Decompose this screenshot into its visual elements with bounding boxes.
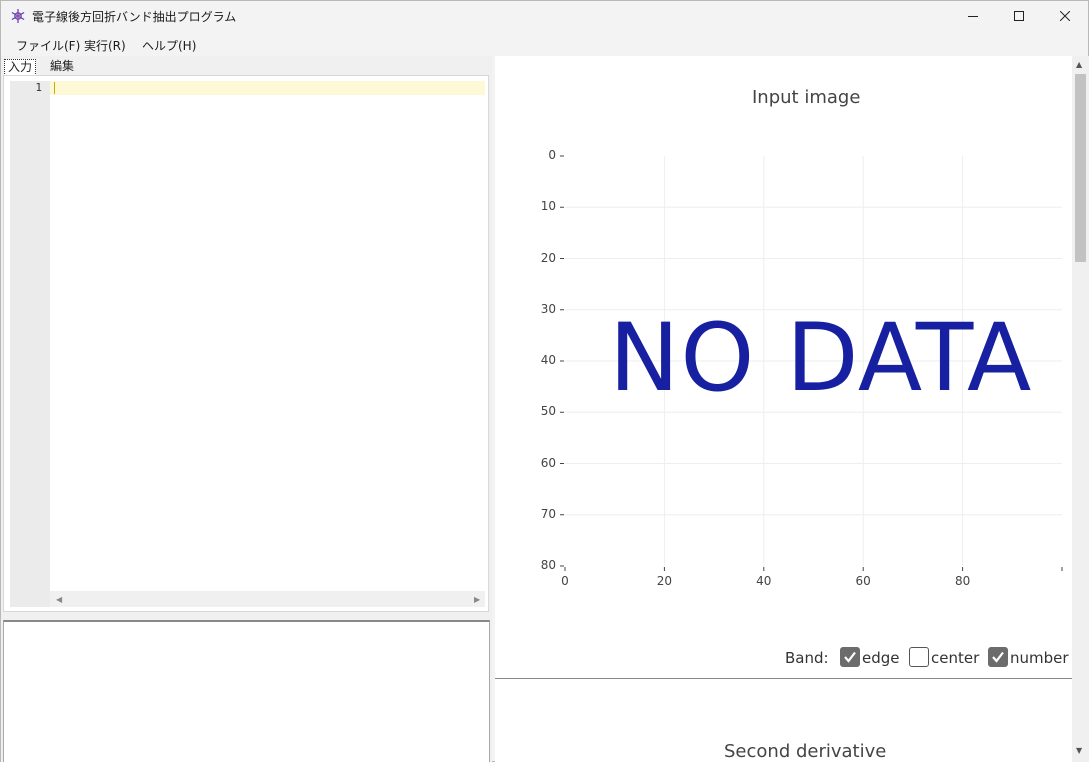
right-pane: Input image 0 10 20 30 40 50 60 70 80 0 20 40 60 80 N… — [495, 56, 1072, 762]
y-tick-label: 30 — [540, 301, 556, 316]
y-tick-label: 70 — [540, 506, 556, 521]
x-tick-label: 60 — [855, 574, 871, 588]
scroll-left-icon[interactable]: ◀ — [56, 595, 62, 604]
number-checkbox[interactable] — [988, 647, 1008, 667]
tab-input[interactable]: 入力 — [4, 59, 37, 76]
plot-title-second-derivative: Second derivative — [724, 741, 887, 762]
window-title: 電子線後方回折バンド抽出プログラム — [32, 10, 237, 24]
scroll-right-icon[interactable]: ▶ — [474, 595, 480, 604]
y-tick-label: 40 — [540, 353, 556, 367]
line-number-gutter: 1 — [10, 81, 50, 607]
y-tick-label: 10 — [540, 199, 556, 214]
app-window: 電子線後方回折バンド抽出プログラム ファイル(F) 実行(R) ヘルプ(H) 入… — [0, 0, 1089, 762]
app-icon — [11, 9, 25, 23]
vertical-scrollbar[interactable]: ▲ ▼ — [1072, 56, 1089, 762]
center-checkbox[interactable] — [909, 647, 929, 667]
maximize-icon — [1014, 11, 1024, 21]
scroll-up-icon[interactable]: ▲ — [1076, 60, 1082, 69]
minimize-icon — [968, 16, 978, 17]
edge-label[interactable]: edge — [862, 649, 900, 667]
horizontal-scrollbar[interactable]: ◀ ▶ — [50, 591, 485, 607]
center-label[interactable]: center — [931, 649, 979, 667]
line-number: 1 — [35, 81, 42, 94]
scrollbar-thumb[interactable] — [1075, 74, 1086, 262]
y-tick-label: 60 — [540, 455, 556, 470]
active-line-highlight — [50, 81, 485, 95]
menu-bar: ファイル(F) 実行(R) ヘルプ(H) — [1, 32, 1088, 56]
code-editor[interactable]: 1 ◀ ▶ — [3, 75, 489, 612]
menu-run[interactable]: 実行(R) — [84, 37, 126, 54]
edge-checkbox[interactable] — [840, 647, 860, 667]
y-tick-label: 50 — [540, 404, 556, 419]
check-icon — [992, 651, 1004, 663]
close-icon — [1060, 11, 1070, 21]
output-panel[interactable] — [3, 620, 490, 762]
check-icon — [844, 651, 856, 663]
plot-divider — [495, 678, 1072, 679]
x-tick-label: 80 — [954, 574, 971, 588]
x-tick-label: 40 — [756, 574, 772, 588]
text-caret — [54, 82, 55, 94]
scroll-down-icon[interactable]: ▼ — [1076, 746, 1082, 755]
number-label[interactable]: number — [1010, 649, 1069, 667]
x-tick-label: 20 — [656, 574, 673, 588]
menu-file[interactable]: ファイル(F) — [16, 37, 80, 54]
y-tick-label: 20 — [540, 250, 556, 265]
minimize-button[interactable] — [950, 1, 996, 32]
maximize-button[interactable] — [996, 1, 1042, 32]
no-data-message: NO DATA — [609, 304, 1033, 413]
menu-help[interactable]: ヘルプ(H) — [142, 37, 196, 54]
band-label: Band: — [785, 649, 829, 667]
close-button[interactable] — [1042, 1, 1088, 32]
y-tick-label: 0 — [548, 148, 556, 162]
y-tick-label: 80 — [540, 558, 556, 572]
title-bar[interactable]: 電子線後方回折バンド抽出プログラム — [1, 1, 1088, 32]
left-pane: 入力 編集 1 ◀ ▶ — [1, 56, 492, 762]
x-tick-label: 0 — [561, 574, 569, 588]
tab-edit[interactable]: 編集 — [47, 59, 78, 76]
